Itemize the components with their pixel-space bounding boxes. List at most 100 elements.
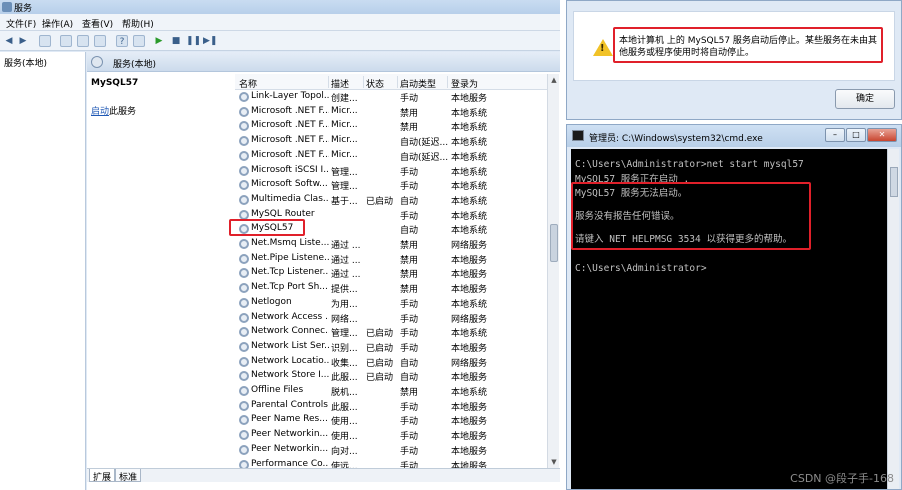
service-gear-icon (239, 121, 249, 132)
service-row[interactable]: Multimedia Clas... 基于... 已启动 自动 本地系统 (235, 193, 547, 208)
help-icon[interactable]: ? (116, 35, 128, 47)
cmd-console[interactable]: C:\Users\Administrator>net start mysql57… (571, 149, 887, 489)
service-gear-icon (239, 92, 249, 102)
service-name: Netlogon (251, 296, 292, 307)
service-startup-type: 自动(延迟... (400, 152, 448, 163)
start-service-icon[interactable]: ▶ (153, 35, 165, 47)
service-log-on-as: 本地系统 (451, 388, 488, 398)
service-row[interactable]: Parental Controls 此服... 手动 本地服务 (235, 399, 547, 414)
maximize-icon[interactable]: □ (846, 128, 866, 142)
scroll-down-icon[interactable]: ▼ (550, 458, 558, 466)
scroll-thumb[interactable] (550, 224, 558, 262)
cmd-scrollbar[interactable] (887, 149, 899, 489)
service-log-on-as: 本地系统 (451, 196, 488, 207)
menu-help[interactable]: 帮助(H) (122, 17, 154, 30)
service-log-on-as: 网络服务 (451, 358, 488, 369)
service-startup-type: 自动 (400, 196, 419, 207)
menu-view[interactable]: 查看(V) (82, 17, 113, 30)
tab-extended[interactable]: 扩展 (89, 469, 116, 483)
service-name: Multimedia Clas... (251, 193, 329, 204)
console-prompt: C:\Users\Administrator> (575, 263, 707, 274)
service-name: Network List Ser... (251, 340, 329, 351)
services-header-title: 服务(本地) (113, 60, 157, 70)
service-gear-icon (239, 180, 249, 191)
stop-service-icon[interactable]: ■ (170, 35, 182, 47)
service-row[interactable]: Microsoft .NET F... Micr... 自动(延迟... 本地系统 (235, 134, 547, 149)
service-log-on-as: 本地系统 (451, 211, 488, 222)
restart-service-icon[interactable]: ▶❚ (203, 35, 217, 47)
service-name: Performance Co... (251, 458, 329, 469)
service-row[interactable]: Peer Networkin... 向对... 手动 本地服务 (235, 443, 547, 458)
service-startup-type: 自动(延迟... (400, 138, 448, 149)
console-tree-icon[interactable] (39, 35, 51, 47)
service-status: 已启动 (366, 196, 394, 207)
column-name[interactable]: 名称 (239, 77, 257, 90)
minimize-icon[interactable]: – (825, 128, 845, 142)
service-gear-icon (239, 283, 249, 294)
service-log-on-as: 本地服务 (451, 432, 488, 443)
service-startup-type: 禁用 (400, 123, 419, 134)
refresh-icon[interactable] (77, 35, 89, 47)
service-row[interactable]: Network Locatio... 收集... 已启动 自动 网络服务 (235, 355, 547, 370)
service-row[interactable]: Microsoft iSCSI I... 管理... 手动 本地系统 (235, 164, 547, 179)
services-titlebar: 服务 (0, 0, 560, 14)
service-gear-icon (239, 386, 249, 396)
service-row[interactable]: Net.Tcp Port Sh... 提供... 禁用 本地服务 (235, 281, 547, 296)
service-description: 管理... (331, 167, 358, 178)
column-log-on-as[interactable]: 登录为 (451, 77, 478, 90)
service-row[interactable]: Microsoft .NET F... Micr... 禁用 本地系统 (235, 105, 547, 120)
show-hide-icon[interactable] (133, 35, 145, 47)
cmd-scroll-thumb[interactable] (890, 167, 898, 197)
column-description[interactable]: 描述 (331, 77, 349, 90)
services-column-header: 名称 描述 状态 启动类型 登录为 (235, 74, 547, 90)
service-row[interactable]: Microsoft .NET F... Micr... 自动(延迟... 本地系统 (235, 149, 547, 164)
service-log-on-as: 本地系统 (451, 108, 488, 119)
service-startup-type: 手动 (400, 299, 419, 310)
services-scrollbar[interactable]: ▲ ▼ (547, 74, 559, 469)
service-name: Network Access ... (251, 311, 329, 322)
ok-button[interactable]: 确定 (835, 89, 895, 109)
service-row[interactable]: Netlogon 为用... 手动 本地系统 (235, 296, 547, 311)
start-service-link[interactable]: 启动 (91, 107, 109, 117)
service-row[interactable]: Net.Pipe Listene... 通过 ... 禁用 本地服务 (235, 252, 547, 267)
close-icon[interactable]: ✕ (867, 128, 897, 142)
column-status[interactable]: 状态 (366, 77, 384, 90)
service-log-on-as: 本地服务 (451, 402, 488, 413)
column-startup-type[interactable]: 启动类型 (400, 77, 436, 90)
service-log-on-as: 本地系统 (451, 123, 488, 134)
back-icon[interactable]: ◀ (3, 35, 15, 47)
service-name: MySQL Router (251, 208, 315, 219)
service-row[interactable]: Network List Ser... 识别... 已启动 手动 本地服务 (235, 340, 547, 355)
service-row[interactable]: Link-Layer Topol... 创建... 手动 本地服务 (235, 90, 547, 105)
service-row[interactable]: Net.Tcp Listener... 通过 ... 禁用 本地服务 (235, 266, 547, 281)
scroll-up-icon[interactable]: ▲ (550, 76, 558, 84)
export-list-icon[interactable] (94, 35, 106, 47)
service-row[interactable]: Net.Msmq Liste... 通过 ... 禁用 网络服务 (235, 237, 547, 252)
service-log-on-as: 本地系统 (451, 138, 488, 149)
service-row[interactable]: Network Store I... 此服... 已启动 自动 本地服务 (235, 369, 547, 384)
service-row[interactable]: Microsoft Softw... 管理... 手动 本地系统 (235, 178, 547, 193)
properties-icon[interactable] (60, 35, 72, 47)
menu-action[interactable]: 操作(A) (42, 17, 73, 30)
service-description: 通过 ... (331, 270, 361, 281)
service-row[interactable]: Offline Files 脱机... 禁用 本地系统 (235, 384, 547, 399)
service-startup-type: 手动 (400, 432, 419, 443)
service-name: Microsoft Softw... (251, 179, 328, 190)
view-tabs: 扩展 标准 (87, 468, 560, 483)
service-log-on-as: 本地服务 (451, 373, 488, 384)
service-row[interactable]: Peer Name Res... 使用... 手动 本地服务 (235, 413, 547, 428)
service-startup-type: 手动 (400, 182, 419, 193)
service-row[interactable]: Network Connec... 管理... 已启动 手动 本地系统 (235, 325, 547, 340)
tree-item-services-local[interactable]: 服务(本地) (4, 56, 47, 69)
service-name: Network Store I... (251, 370, 329, 381)
service-row[interactable]: Microsoft .NET F... Micr... 禁用 本地系统 (235, 119, 547, 134)
tab-standard[interactable]: 标准 (115, 469, 142, 483)
service-name: Peer Networkin... (251, 429, 329, 440)
pause-service-icon[interactable]: ❚❚ (186, 35, 201, 47)
service-log-on-as: 本地系统 (451, 167, 488, 178)
service-row[interactable]: Peer Networkin... 使用... 手动 本地服务 (235, 428, 547, 443)
forward-icon[interactable]: ▶ (17, 35, 29, 47)
service-row[interactable]: Network Access ... 网络... 手动 网络服务 (235, 311, 547, 326)
services-toolbar: ◀ ▶ ? ▶ ■ ❚❚ ▶❚ (0, 31, 560, 51)
menu-file[interactable]: 文件(F) (6, 17, 36, 30)
